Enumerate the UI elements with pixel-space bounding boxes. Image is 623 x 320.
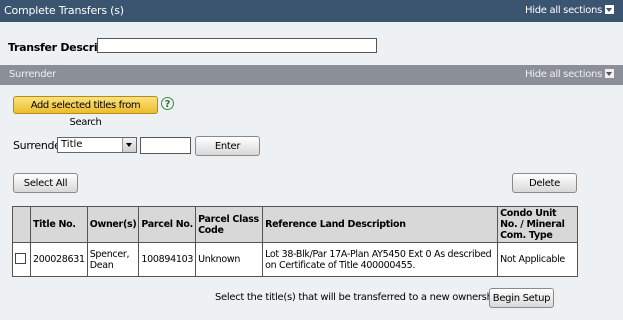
hide-all-sections-link[interactable]: Hide all sections — [525, 5, 614, 16]
add-selected-titles-button[interactable]: Add selected titles from Search — [13, 96, 158, 128]
section-title: Complete Transfers (s) — [4, 4, 124, 17]
row-checkbox-cell — [12, 242, 31, 277]
row-checkbox[interactable] — [15, 252, 26, 264]
enter-button[interactable]: Enter — [195, 136, 260, 156]
cell-owner: Spencer, Dean — [86, 242, 140, 277]
select-all-button[interactable]: Select All — [13, 173, 78, 193]
surrender-value-input[interactable] — [140, 137, 191, 154]
cell-condo: Not Applicable — [497, 242, 578, 277]
hide-all-sections-link-sub[interactable]: Hide all sections — [525, 69, 614, 80]
cell-parcel-no: 100894103 — [138, 242, 197, 277]
cell-class-code: Unknown — [195, 242, 264, 277]
col-title-no: Title No. — [30, 206, 88, 243]
cell-title-no: 200028631 — [30, 242, 88, 277]
collapse-arrow-icon[interactable] — [605, 5, 614, 14]
col-parcel-no: Parcel No. — [138, 206, 197, 243]
transfer-description-input[interactable] — [97, 38, 377, 53]
hide-all-label-sub: Hide all sections — [525, 69, 602, 80]
help-icon[interactable]: ? — [161, 97, 174, 110]
col-land-desc: Reference Land Description — [262, 206, 499, 243]
table-header-row: Title No. Owner(s) Parcel No. Parcel Cla… — [12, 206, 578, 243]
surrender-type-value: Title — [61, 139, 83, 150]
hide-all-label: Hide all sections — [525, 5, 602, 16]
collapse-arrow-icon[interactable] — [605, 69, 614, 78]
surrender-section-title: Surrender — [9, 69, 56, 80]
col-select — [12, 206, 31, 243]
chevron-down-icon[interactable] — [122, 138, 136, 152]
col-class-code: Parcel Class Code — [195, 206, 264, 243]
delete-button[interactable]: Delete — [512, 173, 577, 193]
surrender-type-select[interactable]: Title — [57, 137, 137, 153]
col-owner: Owner(s) — [86, 206, 140, 243]
col-condo: Condo Unit No. / Mineral Com. Type — [497, 206, 578, 243]
begin-setup-button[interactable]: Begin Setup — [489, 288, 554, 308]
cell-land-desc: Lot 38-Blk/Par 17A-Plan AY5450 Ext 0 As … — [262, 242, 499, 277]
surrender-subheader: Surrender Hide all sections — [0, 65, 623, 85]
table-row: 200028631 Spencer, Dean 100894103 Unknow… — [12, 242, 578, 277]
titles-table: Title No. Owner(s) Parcel No. Parcel Cla… — [12, 206, 578, 277]
section-header: Complete Transfers (s) Hide all sections — [0, 0, 623, 22]
